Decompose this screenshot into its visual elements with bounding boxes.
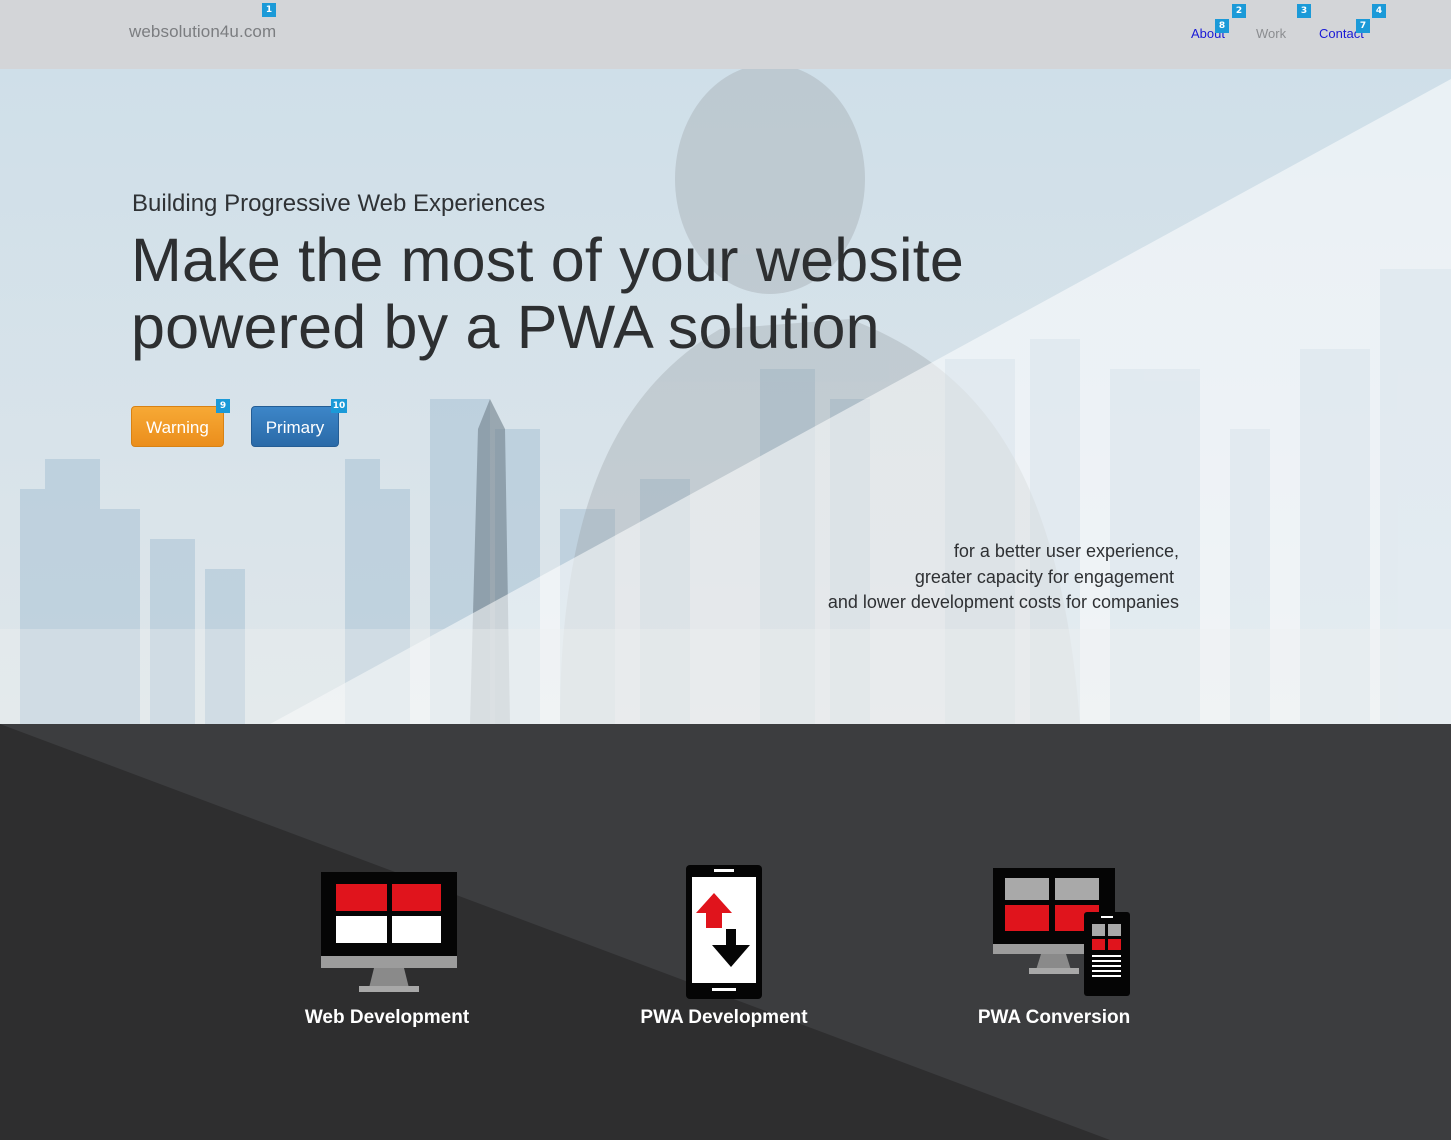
warning-button[interactable]: Warning [131, 406, 224, 447]
nav-link-work[interactable]: Work [1256, 26, 1286, 41]
headline-line-2: powered by a PWA solution [131, 293, 880, 361]
tagline-line: and lower development costs for companie… [827, 592, 1179, 612]
marker-badge: 1 [262, 3, 276, 17]
hero-headline: Make the most of your website powered by… [131, 227, 964, 361]
primary-button[interactable]: Primary [251, 406, 339, 447]
marker-badge: 4 [1372, 4, 1386, 18]
hero-section: Building Progressive Web Experiences Mak… [0, 69, 1451, 724]
service-label: PWA Conversion [977, 1007, 1131, 1028]
tagline-line: greater capacity for engagement [914, 566, 1179, 587]
marker-badge: 7 [1356, 19, 1370, 33]
hero-tagline: for a better user experience, greater ca… [828, 539, 1179, 616]
marker-badge: 2 [1232, 4, 1246, 18]
service-label: PWA Development [640, 1007, 808, 1028]
services-section: Web Development PWA Development PWA Conv… [0, 724, 1451, 1140]
tagline-line: for a better user experience, [953, 541, 1179, 561]
brand-link[interactable]: websolution4u.com [129, 22, 276, 42]
top-navbar: websolution4u.com 1 About 8 2 Work 3 Con… [0, 0, 1451, 69]
hero-subtitle: Building Progressive Web Experiences [132, 190, 546, 217]
headline-line-1: Make the most of your website [131, 226, 965, 294]
marker-badge: 3 [1297, 4, 1311, 18]
marker-badge: 8 [1215, 19, 1229, 33]
desktop-monitor-icon [321, 872, 457, 992]
marker-badge: 9 [216, 399, 230, 413]
smartphone-up-down-arrows-icon [686, 865, 762, 999]
marker-badge: 10 [331, 399, 347, 413]
monitor-and-phone-icon [993, 868, 1130, 996]
hero-background-image [0, 69, 1451, 724]
service-label: Web Development [304, 1007, 470, 1028]
